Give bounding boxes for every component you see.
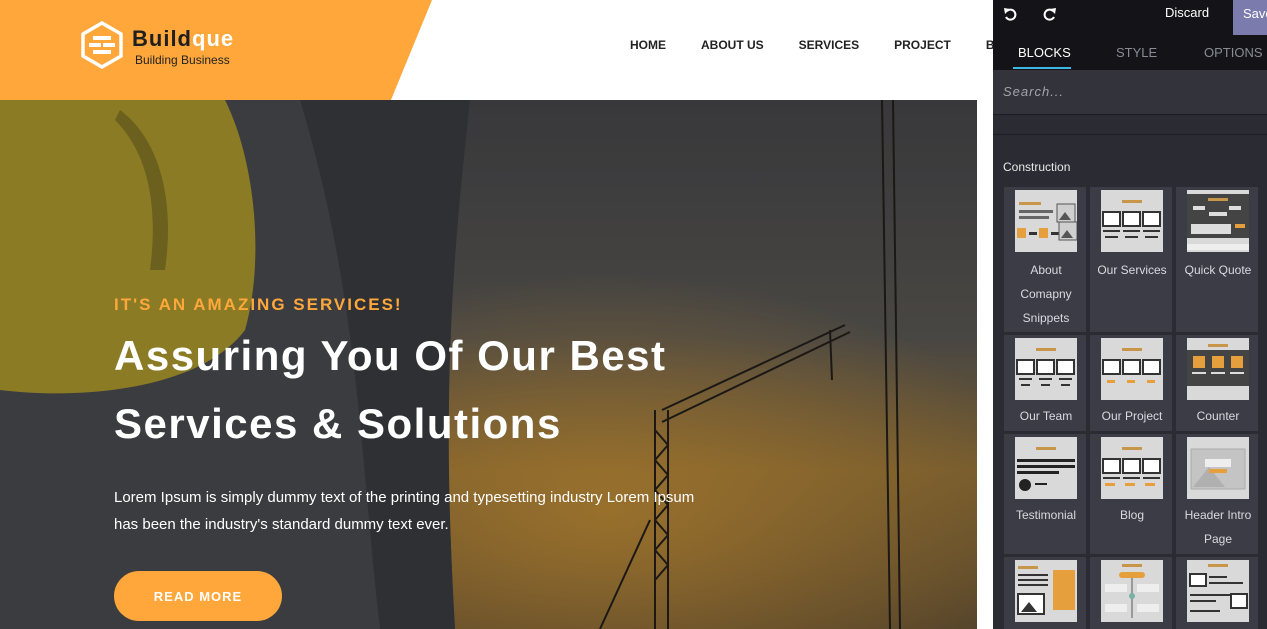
testimonial-thumb-icon bbox=[1015, 437, 1077, 499]
snippet-label: Our Project bbox=[1101, 409, 1163, 423]
snippet-our-team[interactable]: Our Team bbox=[1003, 334, 1087, 432]
quick-quote-thumb-icon bbox=[1187, 190, 1249, 252]
blog-thumb-icon bbox=[1101, 437, 1163, 499]
snippet-counter[interactable]: Counter bbox=[1175, 334, 1259, 432]
snippet-our-project[interactable]: Our Project bbox=[1089, 334, 1173, 432]
snippet-label: Our Team bbox=[1019, 409, 1073, 423]
snippet-testimonial[interactable]: Testimonial bbox=[1003, 433, 1087, 555]
nav-home[interactable]: HOME bbox=[630, 38, 666, 52]
timeline-thumb-icon bbox=[1101, 560, 1163, 622]
snippet-search-input[interactable] bbox=[1003, 84, 1253, 99]
editor-tabs: BLOCKS STYLE OPTIONS bbox=[993, 35, 1267, 70]
save-button[interactable]: Save bbox=[1233, 0, 1267, 35]
hero-title-line2: Services & Solutions bbox=[114, 400, 562, 447]
header-intro-thumb-icon bbox=[1187, 437, 1249, 499]
snippet-timeline[interactable] bbox=[1089, 556, 1173, 629]
hero-text-line2: has been the industry's standard dummy t… bbox=[114, 516, 449, 533]
hero-right-gap bbox=[977, 100, 993, 629]
snippet-our-services[interactable]: Our Services bbox=[1089, 186, 1173, 333]
hero-subtitle: IT'S AN AMAZING SERVICES! bbox=[114, 295, 403, 314]
discard-button[interactable]: Discard bbox=[1165, 5, 1209, 20]
nav-services[interactable]: SERVICES bbox=[799, 38, 859, 52]
nav-about-us[interactable]: ABOUT US bbox=[701, 38, 764, 52]
team-thumb-icon bbox=[1015, 338, 1077, 400]
text-image-thumb-icon bbox=[1015, 560, 1077, 622]
snippet-quick-quote[interactable]: Quick Quote bbox=[1175, 186, 1259, 333]
snippet-label: Quick Quote bbox=[1184, 263, 1252, 277]
brick-logo-icon[interactable] bbox=[80, 21, 124, 69]
editor-panel: Discard Save BLOCKS STYLE OPTIONS Constr… bbox=[993, 0, 1267, 629]
snippet-label: Header Intro Page bbox=[1184, 508, 1252, 546]
tab-style[interactable]: STYLE bbox=[1116, 45, 1157, 60]
hero-title: Assuring You Of Our Best Services & Solu… bbox=[114, 322, 814, 458]
snippet-label: Our Services bbox=[1097, 263, 1167, 277]
brand-name-part1: Build bbox=[132, 26, 192, 51]
redo-icon[interactable] bbox=[1040, 6, 1058, 24]
brand-tagline: Building Business bbox=[135, 53, 230, 67]
nav-project[interactable]: PROJECT bbox=[894, 38, 951, 52]
snippet-category-title: Construction bbox=[1003, 160, 1071, 174]
brand-name[interactable]: Buildque bbox=[132, 26, 234, 52]
about-company-thumb-icon bbox=[1015, 190, 1077, 252]
hero-text: Lorem Ipsum is simply dummy text of the … bbox=[114, 484, 714, 538]
undo-icon[interactable] bbox=[1002, 6, 1020, 24]
read-more-button[interactable]: READ MORE bbox=[114, 571, 282, 621]
snippet-label: Blog bbox=[1119, 508, 1145, 522]
snippet-label: Testimonial bbox=[1015, 508, 1077, 522]
site-header: Buildque Building Business HOME ABOUT US… bbox=[0, 0, 1004, 100]
snippet-blog[interactable]: Blog bbox=[1089, 433, 1173, 555]
snippet-search-box bbox=[993, 70, 1267, 115]
snippet-label: Counter bbox=[1196, 409, 1240, 423]
hero-section: IT'S AN AMAZING SERVICES! Assuring You O… bbox=[0, 100, 977, 629]
snippet-header-intro[interactable]: Header Intro Page bbox=[1175, 433, 1259, 555]
active-tab-indicator bbox=[1013, 67, 1071, 69]
search-separator bbox=[993, 115, 1267, 135]
snippet-about-company[interactable]: About Comapny Snippets bbox=[1003, 186, 1087, 333]
editor-toolbar: Discard Save bbox=[993, 0, 1267, 35]
hero-text-line1: Lorem Ipsum is simply dummy text of the … bbox=[114, 489, 695, 506]
tab-blocks[interactable]: BLOCKS bbox=[1018, 45, 1071, 60]
hero-title-line1: Assuring You Of Our Best bbox=[114, 332, 667, 379]
snippet-label: About Comapny Snippets bbox=[1020, 263, 1072, 325]
main-nav: HOME ABOUT US SERVICES PROJECT BO bbox=[630, 38, 1039, 52]
snippet-text-image[interactable] bbox=[1003, 556, 1087, 629]
project-thumb-icon bbox=[1101, 338, 1163, 400]
counter-thumb-icon bbox=[1187, 338, 1249, 400]
snippet-list-image[interactable] bbox=[1175, 556, 1259, 629]
services-thumb-icon bbox=[1101, 190, 1163, 252]
brand-name-part2: que bbox=[192, 26, 235, 51]
tab-options[interactable]: OPTIONS bbox=[1204, 45, 1263, 60]
list-image-thumb-icon bbox=[1187, 560, 1249, 622]
